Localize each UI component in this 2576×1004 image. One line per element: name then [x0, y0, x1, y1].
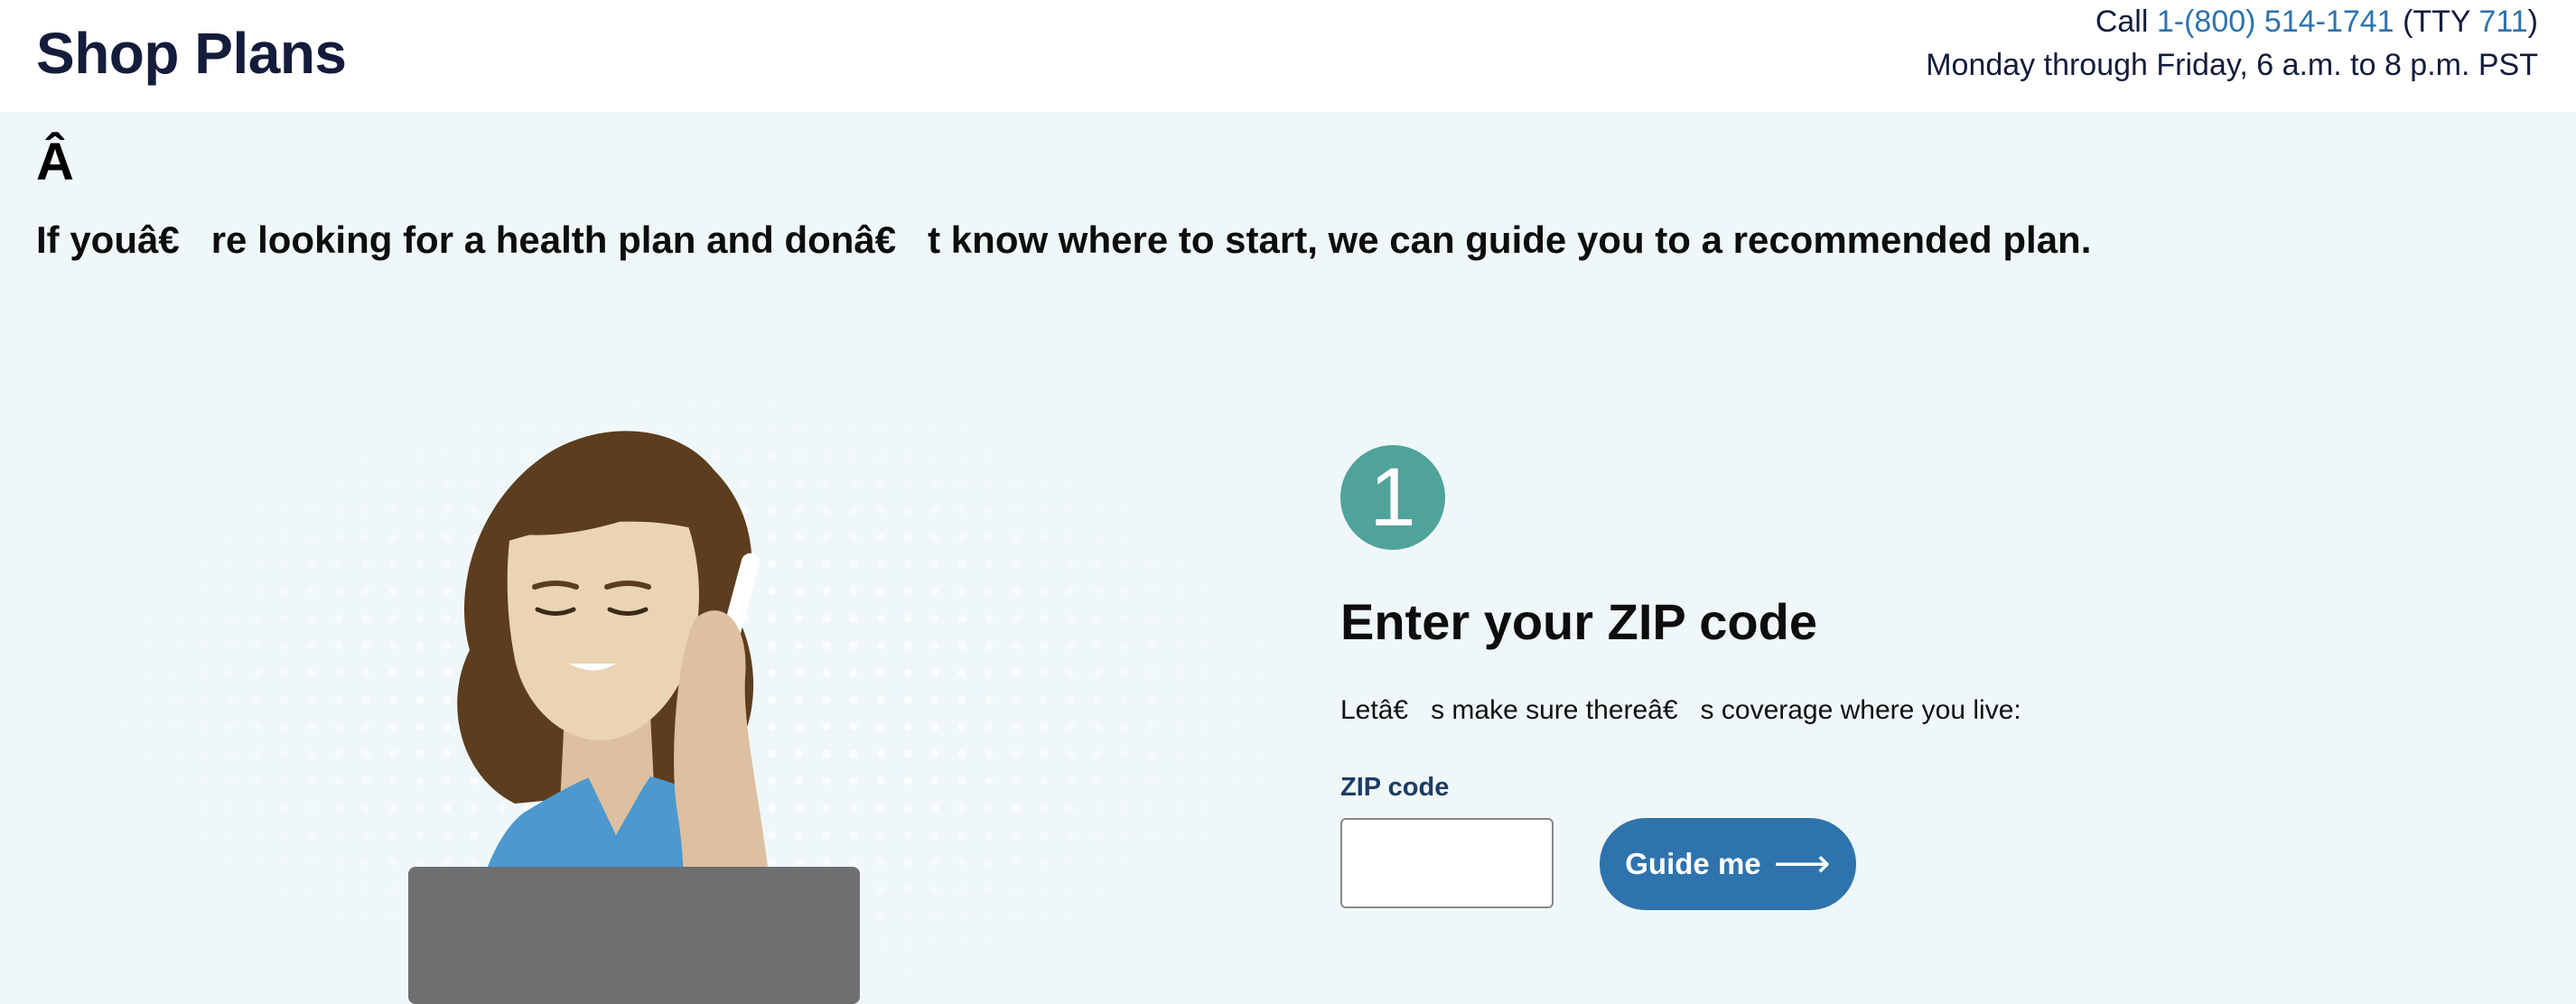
phone-line: Call 1-(800) 514-1741 (TTY 711) — [1926, 0, 2538, 43]
step-number-badge: 1 — [1340, 445, 1445, 550]
phone-link[interactable]: 1-(800) 514-1741 — [2157, 5, 2394, 39]
guide-me-label: Guide me — [1625, 847, 1761, 880]
step-title: Enter your ZIP code — [1340, 593, 1817, 650]
call-prefix: Call — [2095, 5, 2149, 39]
page-title: Shop Plans — [36, 21, 347, 86]
woman-on-phone-illustration — [408, 431, 860, 1004]
tty-open: (TTY — [2403, 5, 2470, 39]
arrow-right-icon: ⟶ — [1773, 841, 1831, 886]
tty-link[interactable]: 711 — [2478, 5, 2527, 39]
intro-text: If youâ€ re looking for a health plan an… — [36, 218, 2092, 261]
zip-code-label: ZIP code — [1340, 773, 1450, 802]
tty-close: ) — [2527, 5, 2538, 39]
stray-character: Â — [36, 133, 74, 191]
step-description: Letâ€ s make sure thereâ€ s coverage whe… — [1340, 695, 2021, 725]
zip-code-input[interactable] — [1340, 818, 1554, 908]
guide-me-button[interactable]: Guide me ⟶ — [1600, 818, 1856, 910]
contact-info: Call 1-(800) 514-1741 (TTY 711) Monday t… — [1926, 0, 2538, 87]
support-hours: Monday through Friday, 6 a.m. to 8 p.m. … — [1926, 48, 2538, 82]
site-header: Shop Plans Call 1-(800) 514-1741 (TTY 71… — [0, 0, 2576, 112]
